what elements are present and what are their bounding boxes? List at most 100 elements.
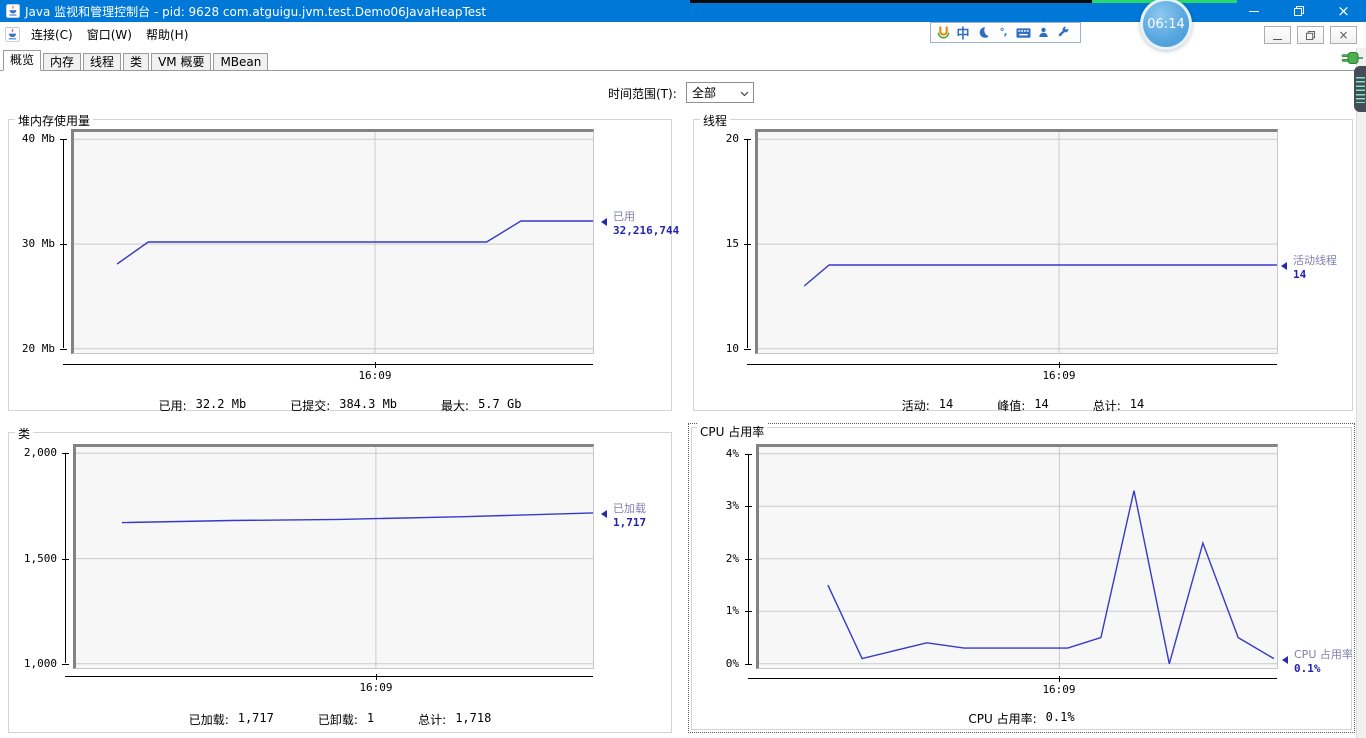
time-range-value: 全部 <box>692 86 717 100</box>
time-range-select[interactable]: 全部 <box>686 82 754 103</box>
java-menu-icon <box>5 26 20 42</box>
y-axis-tick <box>745 611 752 612</box>
chart-stats: 活动: 14 峰值: 14 总计: 14 <box>694 397 1352 414</box>
chinese-mode-icon[interactable]: 中 <box>955 25 971 42</box>
series-name: CPU 占用率 <box>1294 648 1353 661</box>
x-axis <box>65 676 593 677</box>
stat-label: 已卸载: <box>317 713 358 727</box>
edge-docked-widget[interactable] <box>1354 66 1366 112</box>
chart-stats: CPU 占用率: 0.1% <box>689 710 1354 727</box>
frame-restore-button[interactable] <box>1297 26 1324 44</box>
frame-controls: × <box>1264 26 1357 44</box>
frame-minimize-button[interactable] <box>1264 26 1291 44</box>
chevron-down-icon <box>740 86 749 100</box>
tab-classes[interactable]: 类 <box>123 53 150 70</box>
x-tick-label: 16:09 <box>1042 369 1076 382</box>
heap-chart-plot-area[interactable] <box>71 129 594 354</box>
x-axis <box>63 364 593 365</box>
tab-memory[interactable]: 内存 <box>43 53 82 70</box>
time-range-label: 时间范围(T): <box>608 87 677 101</box>
ime-toolbar: 中 °, <box>930 22 1081 43</box>
stat-value: 14 <box>1129 397 1145 411</box>
window-title: Java 监视和管理控制台 - pid: 9628 com.atguigu.jv… <box>25 4 487 19</box>
heap-chart <box>74 132 593 353</box>
stat-label: 已用: <box>158 399 187 413</box>
series-end-label: CPU 占用率 0.1% <box>1282 646 1353 675</box>
cpu-usage-panel[interactable]: CPU 占用率 4% 3% 2% 1% 0% 16:09 CPU 占用率 0.1% CPU 占用… <box>688 423 1355 733</box>
stat-label: 已提交: <box>290 399 331 413</box>
keyboard-icon[interactable] <box>1015 25 1031 41</box>
wrench-icon[interactable] <box>1055 25 1071 41</box>
y-tick-label: 1% <box>725 604 739 617</box>
y-tick-label: 30 Mb <box>21 237 55 250</box>
x-axis-tick <box>1059 676 1060 682</box>
y-tick-label: 20 <box>725 132 739 145</box>
cpu-chart <box>759 447 1277 668</box>
y-axis-tick <box>60 349 67 350</box>
stat-value: 1 <box>366 711 375 725</box>
y-tick-label: 20 Mb <box>21 342 55 355</box>
y-axis <box>65 453 66 663</box>
classes-chart <box>76 447 593 668</box>
y-axis-tick <box>62 453 69 454</box>
cpu-chart-plot-area[interactable] <box>756 444 1278 669</box>
chart-stats: 已用: 32.2 Mb 已提交: 384.3 Mb 最大: 5.7 Gb <box>9 397 671 414</box>
classes-chart-plot-area[interactable] <box>73 444 594 669</box>
tab-bar: 概览 内存 线程 类 VM 概要 MBean <box>0 50 1366 71</box>
os-close-button[interactable]: × <box>1321 0 1366 22</box>
left-triangle-marker <box>601 218 607 226</box>
edge-widget-stripes <box>1356 77 1365 103</box>
panel-title-cpu: CPU 占用率 <box>697 423 768 440</box>
stat: 活动: 14 <box>902 397 954 414</box>
series-name: 活动线程 <box>1293 254 1337 267</box>
stat-value: 1,718 <box>455 711 492 725</box>
vertical-scrollbar[interactable] <box>1356 48 1366 738</box>
stat-label: 活动: <box>901 399 930 413</box>
stat-value: 14 <box>938 397 954 411</box>
y-axis-tick <box>744 139 751 140</box>
stat-value: 0.1% <box>1045 710 1075 724</box>
moon-icon[interactable] <box>975 25 991 41</box>
threads-chart <box>758 132 1277 353</box>
screen-edge-artifact-dark <box>690 0 1092 3</box>
heap-memory-panel: 堆内存使用量 40 Mb 30 Mb 20 Mb 16:09 已用 32,216,744 已… <box>8 112 679 414</box>
x-tick-label: 16:09 <box>359 681 393 694</box>
stat-value: 384.3 Mb <box>339 397 398 411</box>
frame-close-button[interactable]: × <box>1330 26 1357 44</box>
os-restore-button[interactable] <box>1276 0 1321 22</box>
series-value: 0.1% <box>1294 662 1321 675</box>
sogou-logo-icon[interactable] <box>935 25 951 41</box>
stat-label: 最大: <box>441 399 470 413</box>
y-tick-label: 40 Mb <box>21 132 55 145</box>
tab-overview[interactable]: 概览 <box>3 50 42 71</box>
menu-help[interactable]: 帮助(H) <box>139 23 195 46</box>
clock-overlay-widget[interactable]: 06:14 <box>1140 0 1192 50</box>
series-label-text: 已加载 1,717 <box>613 500 646 529</box>
menu-connect[interactable]: 连接(C) <box>24 23 80 46</box>
series-value: 1,717 <box>613 516 647 529</box>
x-axis-tick <box>1059 362 1060 368</box>
panel-title-classes: 类 <box>15 425 34 442</box>
stat: 已用: 32.2 Mb <box>159 397 247 414</box>
tab-vm-summary[interactable]: VM 概要 <box>151 53 212 70</box>
menu-window[interactable]: 窗口(W) <box>80 23 139 46</box>
user-icon[interactable] <box>1035 25 1051 41</box>
y-axis-tick <box>744 349 751 350</box>
series-label-text: 活动线程 14 <box>1293 252 1337 281</box>
left-triangle-marker <box>1282 656 1288 664</box>
y-tick-label: 15 <box>725 237 739 250</box>
threads-chart-plot-area[interactable] <box>755 129 1278 354</box>
series-end-label: 已用 32,216,744 <box>601 208 679 237</box>
y-tick-label: 2,000 <box>23 446 57 459</box>
tab-mbean[interactable]: MBean <box>213 53 269 70</box>
stat-label: 总计: <box>418 713 447 727</box>
stat: 总计: 14 <box>1093 397 1145 414</box>
stat-value: 5.7 Gb <box>478 397 522 411</box>
clock-time: 06:14 <box>1147 16 1185 32</box>
stat-label: 峰值: <box>997 399 1026 413</box>
punctuation-icon[interactable]: °, <box>995 25 1011 41</box>
stat-value: 1,717 <box>237 711 274 725</box>
os-minimize-button[interactable] <box>1231 0 1276 22</box>
tab-threads[interactable]: 线程 <box>83 53 122 70</box>
stat-value: 32.2 Mb <box>195 397 247 411</box>
